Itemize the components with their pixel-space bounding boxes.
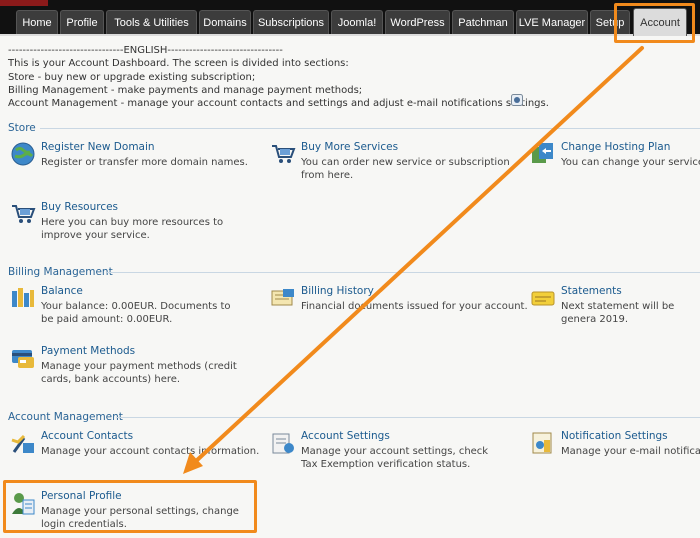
- annotation-arrow: [183, 46, 644, 474]
